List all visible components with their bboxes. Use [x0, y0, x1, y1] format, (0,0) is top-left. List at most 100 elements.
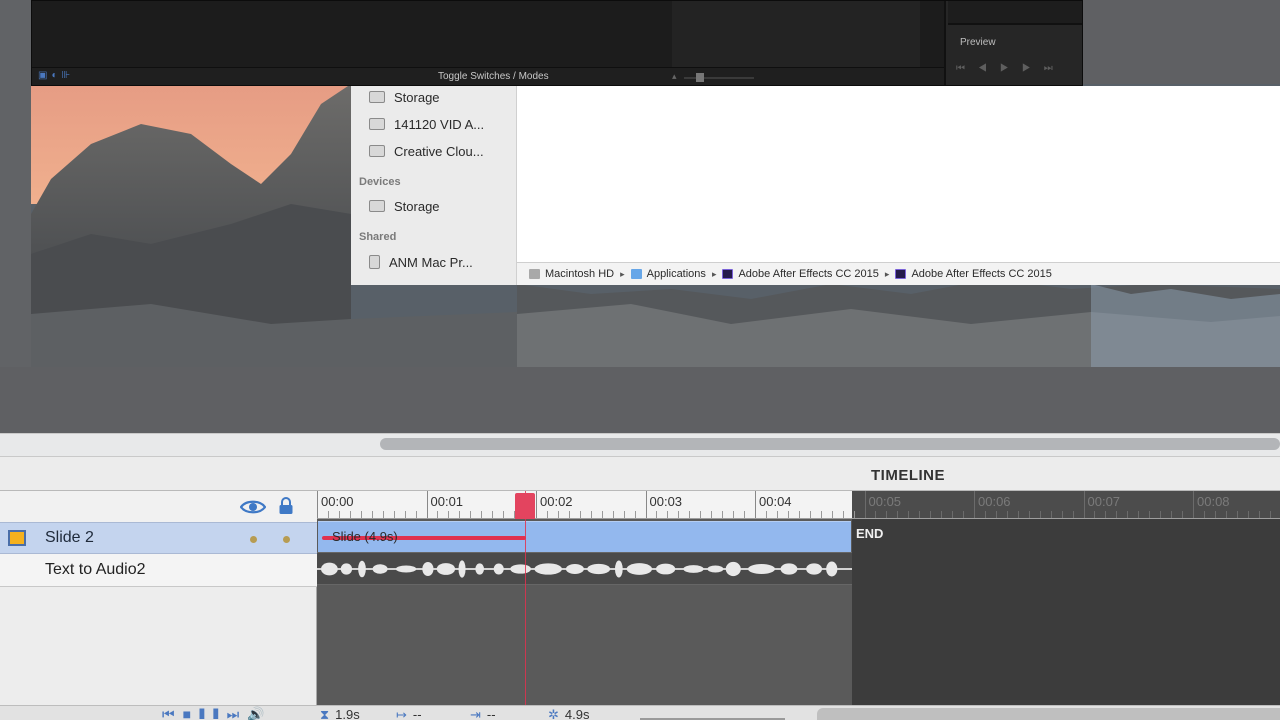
finder-item-storage[interactable]: Storage: [369, 86, 440, 108]
out-time: ⇥ --: [470, 707, 496, 720]
path-applications[interactable]: Applications: [630, 268, 706, 280]
ruler-minor-tick: [941, 511, 943, 518]
ruler-tick-label: 00:04: [759, 494, 792, 509]
ae-zoom-out-icon[interactable]: ▴: [672, 71, 677, 82]
path-ae-app[interactable]: Adobe After Effects CC 2015: [895, 268, 1052, 280]
lock-dot[interactable]: [283, 536, 290, 543]
ruler-tick-label: 00:05: [868, 494, 902, 509]
in-time: ↦ --: [396, 707, 422, 720]
ruler-minor-tick: [744, 511, 746, 518]
waveform-segment: [475, 563, 485, 575]
drive-icon: [369, 200, 385, 212]
eye-icon[interactable]: [240, 499, 266, 515]
stage-scrollbar-thumb[interactable]: [380, 438, 1280, 450]
ruler-minor-tick: [656, 511, 658, 518]
ruler-minor-tick: [1105, 511, 1107, 518]
ruler-minor-tick: [371, 511, 373, 518]
playhead-time: ⧗ 1.9s: [320, 707, 360, 720]
visibility-dot[interactable]: [250, 536, 257, 543]
waveform-segment: [806, 563, 823, 575]
finder-item-anm-mac[interactable]: ANM Mac Pr...: [369, 251, 473, 273]
ruler-minor-tick: [700, 511, 702, 518]
ruler-minor-tick: [338, 511, 340, 518]
ruler-minor-tick: [557, 511, 559, 518]
ruler-minor-tick: [437, 511, 439, 518]
waveform-segment: [565, 564, 584, 574]
ruler-minor-tick: [1236, 511, 1238, 518]
ruler-minor-tick: [919, 511, 921, 518]
ruler-minor-tick: [601, 511, 603, 518]
timeline-title: TIMELINE: [871, 467, 945, 484]
playback-controls[interactable]: ⏮■❚❚⏭🔊: [162, 706, 273, 720]
ae-preview-label: Preview: [960, 37, 996, 48]
layer-row-slide[interactable]: Slide 2: [0, 522, 317, 554]
ruler-minor-tick: [568, 511, 570, 518]
ruler-minor-tick: [382, 511, 384, 518]
ruler-minor-tick: [1258, 511, 1260, 518]
computer-icon: [369, 255, 380, 269]
slide-bar-label: Slide (4.9s): [332, 529, 398, 544]
ruler-minor-tick: [1116, 511, 1118, 518]
ruler-tick-label: 00:06: [978, 494, 1011, 509]
ruler-minor-tick: [831, 511, 833, 518]
waveform-segment: [655, 563, 676, 575]
ruler-minor-tick: [634, 511, 636, 518]
ruler-minor-tick: [492, 511, 494, 518]
ruler-minor-tick: [1017, 511, 1019, 518]
layer-row-audio[interactable]: Text to Audio2: [0, 554, 317, 587]
path-ae-folder[interactable]: Adobe After Effects CC 2015: [722, 268, 879, 280]
ruler-minor-tick: [579, 511, 581, 518]
ruler-minor-tick: [1094, 511, 1096, 518]
ae-preview-controls[interactable]: ⏮◀▶▶⏭: [956, 63, 1066, 74]
after-effects-panel: ▣◐⊪ Toggle Switches / Modes ▴ Preview ⏮◀…: [31, 0, 1083, 86]
ruler-minor-tick: [1203, 511, 1205, 518]
ruler-minor-tick: [1182, 511, 1184, 518]
ruler-minor-tick: [1006, 511, 1008, 518]
ae-preview-panel: Preview ⏮◀▶▶⏭: [944, 1, 1082, 85]
playhead-line[interactable]: [525, 491, 527, 720]
finder-shared-heading: Shared: [359, 231, 397, 243]
finder-item-device-storage[interactable]: Storage: [369, 195, 440, 217]
timeline-ruler[interactable]: 00:00 00:01 00:02 00:03 00:04 00:05 00:06 00:07…: [317, 491, 1280, 519]
waveform-segment: [707, 565, 724, 573]
folder-icon: [369, 145, 385, 157]
waveform-segment: [372, 564, 388, 574]
waveform-segment: [614, 560, 623, 578]
waveform-segment: [493, 563, 504, 575]
lock-icon[interactable]: [278, 497, 294, 515]
ruler-minor-tick: [1061, 511, 1063, 518]
ae-zoom-knob[interactable]: [696, 73, 704, 82]
path-separator-icon: ▸: [620, 268, 625, 279]
ruler-minor-tick: [1039, 511, 1041, 518]
finder-content: [517, 86, 1280, 262]
playhead-handle[interactable]: [515, 493, 536, 519]
ruler-minor-tick: [1072, 511, 1074, 518]
ruler-major-tick: [426, 491, 428, 518]
finder-item-vid[interactable]: 141120 VID A...: [369, 113, 484, 135]
ruler-minor-tick: [787, 511, 789, 518]
after-effects-icon: [722, 269, 734, 279]
ruler-major-tick: [645, 491, 647, 518]
ruler-minor-tick: [667, 511, 669, 518]
path-macintosh-hd[interactable]: Macintosh HD: [529, 268, 614, 280]
ruler-major-tick: [974, 491, 975, 518]
slide-duration-bar[interactable]: Slide (4.9s): [318, 521, 851, 552]
timeline-tracks: 00:00 00:01 00:02 00:03 00:04 00:05 00:06 00:07…: [317, 491, 1280, 720]
screen: { "after_effects": { "toggle_label": "To…: [0, 0, 1280, 720]
ae-preview-header: [948, 1, 1082, 25]
ruler-minor-tick: [809, 511, 811, 518]
waveform-segment: [436, 563, 456, 575]
ruler-minor-tick: [1149, 511, 1151, 518]
ae-zoom-track[interactable]: [684, 77, 754, 79]
ae-toggle-switches-modes[interactable]: Toggle Switches / Modes: [438, 71, 549, 82]
folder-icon: [630, 269, 642, 279]
ruler-minor-tick: [733, 511, 735, 518]
waveform-segment: [626, 563, 653, 575]
drive-icon: [369, 91, 385, 103]
timeline-scrollbar[interactable]: [817, 708, 1280, 720]
finder-item-creative-cloud[interactable]: Creative Clou...: [369, 140, 484, 162]
ruler-minor-tick: [1171, 511, 1173, 518]
ae-footer-icons[interactable]: ▣◐⊪: [38, 70, 74, 81]
waveform-segment: [510, 564, 531, 574]
audio-track[interactable]: [317, 552, 852, 585]
